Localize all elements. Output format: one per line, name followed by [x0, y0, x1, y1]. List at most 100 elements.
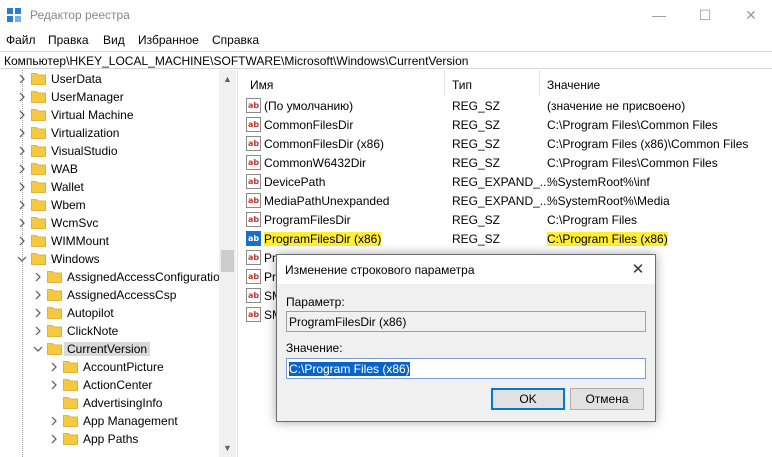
tree-item-label[interactable]: Windows — [51, 252, 100, 266]
chevron-right-icon[interactable] — [17, 109, 27, 121]
column-separator[interactable] — [444, 70, 445, 95]
chevron-right-icon[interactable] — [49, 361, 59, 373]
tree-item-label[interactable]: VisualStudio — [51, 144, 118, 158]
chevron-right-icon[interactable] — [49, 433, 59, 445]
tree-item-label[interactable]: Wbem — [51, 198, 86, 212]
tree-item[interactable]: WcmSvc — [0, 214, 220, 232]
close-button[interactable]: ✕ — [728, 0, 772, 30]
chevron-right-icon[interactable] — [33, 289, 43, 301]
dialog-close-icon[interactable]: ✕ — [627, 259, 649, 281]
tree-item-label[interactable]: WAB — [51, 162, 78, 176]
tree-item-label[interactable]: AccountPicture — [83, 360, 164, 374]
chevron-right-icon[interactable] — [49, 415, 59, 427]
value-type-cell: REG_SZ — [452, 118, 501, 132]
tree-item[interactable]: ClickNote — [0, 322, 220, 340]
value-row[interactable]: ab ProgramFilesDir (x86) REG_SZ C:\Program … — [242, 229, 772, 248]
chevron-right-icon[interactable] — [17, 163, 27, 175]
tree-item[interactable]: Wbem — [0, 196, 220, 214]
scroll-down-icon[interactable]: ▼ — [223, 443, 232, 453]
chevron-right-icon[interactable] — [33, 307, 43, 319]
value-row[interactable]: ab (По умолчанию) REG_SZ (значение не присв… — [242, 96, 772, 115]
value-data-input[interactable]: C:\Program Files (x86) — [286, 358, 646, 379]
chevron-right-icon[interactable] — [17, 91, 27, 103]
chevron-down-icon[interactable] — [33, 343, 43, 355]
column-header-name[interactable]: Имя — [250, 78, 273, 92]
cancel-button[interactable]: Отмена — [570, 388, 644, 410]
tree-item-label[interactable]: AssignedAccessConfiguratio — [67, 270, 220, 284]
value-row[interactable]: ab ProgramFilesDir REG_SZ C:\Program Files — [242, 210, 772, 229]
tree-item-label[interactable]: Wallet — [51, 180, 84, 194]
tree-item[interactable]: AssignedAccessConfiguratio — [0, 268, 220, 286]
tree-item[interactable]: App Paths — [0, 430, 220, 448]
tree-item[interactable]: WIMMount — [0, 232, 220, 250]
chevron-right-icon[interactable] — [49, 379, 59, 391]
ok-button[interactable]: OK — [491, 388, 565, 410]
tree-item[interactable]: App Management — [0, 412, 220, 430]
menu-help[interactable]: Справка — [212, 33, 259, 47]
minimize-button[interactable]: — — [636, 0, 682, 30]
folder-icon — [31, 73, 46, 85]
chevron-right-icon[interactable] — [17, 235, 27, 247]
value-row[interactable]: ab MediaPathUnexpanded REG_EXPAND_... %Syst… — [242, 191, 772, 210]
tree-item[interactable]: UserData — [0, 70, 220, 88]
maximize-button[interactable]: ☐ — [682, 0, 728, 30]
tree-item[interactable]: Virtual Machine — [0, 106, 220, 124]
tree-item-label[interactable]: UserManager — [51, 90, 124, 104]
chevron-right-icon[interactable] — [17, 181, 27, 193]
tree-scrollbar[interactable]: ▲ ▼ — [219, 70, 236, 457]
tree-item[interactable]: UserManager — [0, 88, 220, 106]
value-row[interactable]: ab CommonW6432Dir REG_SZ C:\Program Files\C… — [242, 153, 772, 172]
menu-edit[interactable]: Правка — [48, 33, 89, 47]
value-type-cell: REG_SZ — [452, 213, 501, 227]
chevron-right-icon[interactable] — [17, 217, 27, 229]
tree-item-label[interactable]: WcmSvc — [51, 216, 98, 230]
chevron-right-icon[interactable] — [17, 199, 27, 211]
value-row[interactable]: ab CommonFilesDir (x86) REG_SZ C:\Program F… — [242, 134, 772, 153]
chevron-right-icon[interactable] — [33, 271, 43, 283]
value-name-cell: ProgramFilesDir (x86) — [264, 232, 382, 246]
tree-item-label[interactable]: Virtualization — [51, 126, 119, 140]
tree-item[interactable]: Virtualization — [0, 124, 220, 142]
column-header-value[interactable]: Значение — [547, 78, 600, 92]
menu-view[interactable]: Вид — [103, 33, 125, 47]
column-header-type[interactable]: Тип — [452, 78, 472, 92]
tree-item-label[interactable]: App Paths — [83, 432, 138, 446]
tree-item-label[interactable]: WIMMount — [51, 234, 109, 248]
tree-item[interactable]: AdvertisingInfo — [0, 394, 220, 412]
tree-item-label[interactable]: App Management — [83, 414, 178, 428]
tree-item-label[interactable]: AdvertisingInfo — [83, 396, 162, 410]
tree-item[interactable]: Wallet — [0, 178, 220, 196]
menu-file[interactable]: Файл — [6, 33, 36, 47]
value-row[interactable]: ab DevicePath REG_EXPAND_... %SystemRoot%\i… — [242, 172, 772, 191]
chevron-right-icon[interactable] — [17, 145, 27, 157]
chevron-right-icon[interactable] — [17, 127, 27, 139]
chevron-right-icon[interactable] — [17, 73, 27, 85]
tree-item-label[interactable]: ClickNote — [67, 324, 118, 338]
chevron-right-icon[interactable] — [33, 325, 43, 337]
tree-item-label[interactable]: ActionCenter — [83, 378, 152, 392]
chevron-down-icon[interactable] — [17, 253, 27, 265]
address-bar[interactable]: Компьютер\HKEY_LOCAL_MACHINE\SOFTWARE\Mi… — [0, 51, 772, 69]
tree-item[interactable]: ActionCenter — [0, 376, 220, 394]
tree-item[interactable]: VisualStudio — [0, 142, 220, 160]
tree-item-label[interactable]: Autopilot — [67, 306, 114, 320]
tree-item[interactable]: WAB — [0, 160, 220, 178]
scroll-up-icon[interactable]: ▲ — [223, 74, 232, 84]
value-row[interactable]: ab CommonFilesDir REG_SZ C:\Program Files\C… — [242, 115, 772, 134]
tree-item[interactable]: CurrentVersion — [0, 340, 220, 358]
tree-item[interactable]: Windows — [0, 250, 220, 268]
column-separator[interactable] — [539, 70, 540, 95]
value-data-text[interactable]: C:\Program Files (x86) — [289, 362, 410, 376]
tree-item-label[interactable]: Virtual Machine — [51, 108, 134, 122]
scrollbar-thumb[interactable] — [221, 250, 234, 272]
tree-item[interactable]: AssignedAccessCsp — [0, 286, 220, 304]
menu-bar: Файл Правка Вид Избранное Справка — [0, 30, 772, 50]
tree-item-label[interactable]: CurrentVersion — [64, 342, 151, 356]
menu-favorites[interactable]: Избранное — [138, 33, 199, 47]
address-path[interactable]: Компьютер\HKEY_LOCAL_MACHINE\SOFTWARE\Mi… — [4, 54, 468, 68]
pane-splitter[interactable] — [237, 70, 241, 457]
tree-item-label[interactable]: AssignedAccessCsp — [67, 288, 176, 302]
tree-item[interactable]: Autopilot — [0, 304, 220, 322]
tree-item[interactable]: AccountPicture — [0, 358, 220, 376]
tree-item-label[interactable]: UserData — [51, 72, 102, 86]
